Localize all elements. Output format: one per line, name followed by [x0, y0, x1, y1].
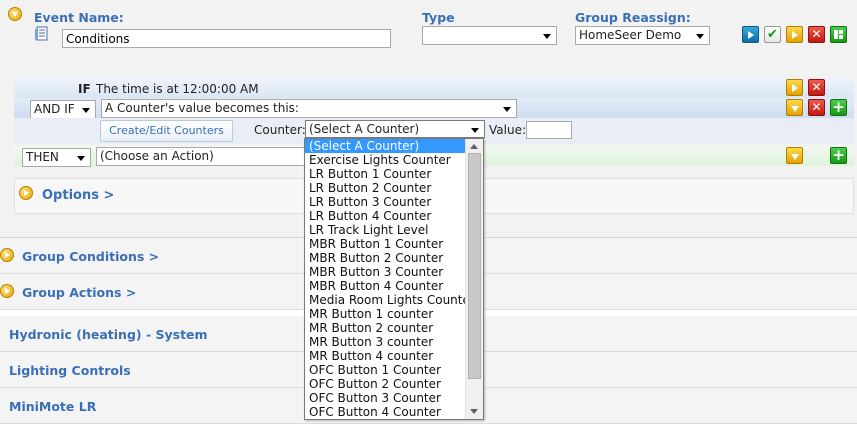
- dropdown-scrollbar[interactable]: [465, 139, 483, 419]
- andif-trigger-value: A Counter's value becomes this:: [105, 101, 299, 115]
- close-icon: ✕: [811, 27, 822, 41]
- action-select-value: (Choose an Action): [100, 149, 214, 163]
- group-conditions-link[interactable]: Group Conditions >: [22, 249, 159, 264]
- counter-option[interactable]: LR Button 2 Counter: [305, 181, 483, 195]
- copy-icon: [834, 30, 843, 39]
- andif-select[interactable]: AND IF: [30, 100, 96, 119]
- counter-option[interactable]: OFC Button 3 Counter: [305, 391, 483, 405]
- counter-option[interactable]: OFC Button 2 Counter: [305, 377, 483, 391]
- chevron-down-icon: [791, 106, 799, 112]
- group-reassign-value: HomeSeer Demo: [579, 28, 682, 42]
- counter-label: Counter:: [254, 123, 306, 137]
- counter-option[interactable]: Exercise Lights Counter: [305, 153, 483, 167]
- then-collapse-button[interactable]: [786, 147, 803, 164]
- counter-option[interactable]: MBR Button 2 Counter: [305, 251, 483, 265]
- counter-option[interactable]: OFC Button 4 Counter: [305, 405, 483, 419]
- andif-select-value: AND IF: [34, 102, 75, 116]
- counter-option[interactable]: LR Button 3 Counter: [305, 195, 483, 209]
- scroll-down-icon[interactable]: [470, 409, 478, 414]
- play-icon: [792, 84, 798, 92]
- counter-select-value: (Select A Counter): [309, 122, 420, 136]
- counter-value-input[interactable]: [526, 121, 572, 139]
- collapse-event-icon[interactable]: [8, 7, 22, 21]
- counter-option[interactable]: LR Button 1 Counter: [305, 167, 483, 181]
- delete-event-button[interactable]: ✕: [808, 26, 825, 43]
- counter-option[interactable]: LR Button 4 Counter: [305, 209, 483, 223]
- counter-option[interactable]: MR Button 4 counter: [305, 349, 483, 363]
- play-icon: [748, 31, 754, 39]
- andif-add-button[interactable]: +: [830, 99, 847, 116]
- play-icon: [792, 31, 798, 39]
- counter-option[interactable]: (Select A Counter): [305, 139, 483, 153]
- plus-icon: +: [832, 146, 845, 164]
- chevron-down-icon: [77, 156, 85, 161]
- value-label: Value:: [489, 123, 526, 137]
- save-event-button[interactable]: ✔: [764, 26, 781, 43]
- chevron-down-icon: [543, 34, 551, 39]
- then-select-value: THEN: [26, 150, 59, 164]
- then-select[interactable]: THEN: [22, 148, 91, 167]
- counter-option[interactable]: Media Room Lights Counter: [305, 293, 483, 307]
- chevron-down-icon: [791, 154, 799, 160]
- counter-option[interactable]: MR Button 2 counter: [305, 321, 483, 335]
- group-actions-link[interactable]: Group Actions >: [22, 285, 136, 300]
- counter-option[interactable]: MR Button 1 counter: [305, 307, 483, 321]
- group-actions-expand-icon[interactable]: [0, 284, 14, 298]
- scrollbar-thumb[interactable]: [468, 153, 481, 379]
- counter-option[interactable]: MBR Button 4 Counter: [305, 279, 483, 293]
- check-icon: ✔: [767, 27, 778, 42]
- then-add-button[interactable]: +: [830, 147, 847, 164]
- group-reassign-select[interactable]: HomeSeer Demo: [575, 26, 710, 45]
- event-document-icon: [34, 26, 50, 42]
- counter-dropdown-list: (Select A Counter) Exercise Lights Count…: [304, 138, 484, 420]
- counter-option[interactable]: LR Track Light Level: [305, 223, 483, 237]
- andif-delete-button[interactable]: ✕: [808, 99, 825, 116]
- group-reassign-label: Group Reassign:: [575, 10, 691, 25]
- counter-option[interactable]: MR Button 3 counter: [305, 335, 483, 349]
- chevron-down-icon: [503, 107, 511, 112]
- close-icon: ✕: [811, 80, 822, 94]
- section-minimote-lr[interactable]: MiniMote LR: [9, 399, 96, 414]
- chevron-down-icon: [82, 108, 90, 113]
- counter-option[interactable]: MBR Button 3 Counter: [305, 265, 483, 279]
- andif-trigger-select[interactable]: A Counter's value becomes this:: [101, 99, 517, 118]
- if-delete-button[interactable]: ✕: [808, 79, 825, 96]
- options-link[interactable]: Options >: [42, 188, 114, 203]
- if-expand-button[interactable]: [786, 79, 803, 96]
- chevron-down-icon: [471, 128, 479, 133]
- counter-option[interactable]: MBR Button 1 Counter: [305, 237, 483, 251]
- event-name-label: Event Name:: [34, 10, 124, 25]
- test-event-button[interactable]: [786, 26, 803, 43]
- options-expand-icon[interactable]: [19, 186, 33, 200]
- section-lighting-controls[interactable]: Lighting Controls: [9, 363, 131, 378]
- counter-option[interactable]: OFC Button 1 Counter: [305, 363, 483, 377]
- type-label: Type: [422, 10, 455, 25]
- copy-event-button[interactable]: [830, 26, 847, 43]
- group-conditions-expand-icon[interactable]: [0, 248, 14, 262]
- run-event-button[interactable]: [742, 26, 759, 43]
- if-trigger-text: The time is at 12:00:00 AM: [96, 82, 259, 96]
- event-name-input[interactable]: [62, 29, 391, 48]
- chevron-down-icon: [696, 34, 704, 39]
- plus-icon: +: [832, 98, 845, 116]
- section-hydronic[interactable]: Hydronic (heating) - System: [9, 327, 208, 342]
- andif-collapse-button[interactable]: [786, 99, 803, 116]
- close-icon: ✕: [811, 100, 822, 114]
- scroll-up-icon[interactable]: [470, 144, 478, 149]
- create-edit-counters-button[interactable]: Create/Edit Counters: [100, 120, 233, 142]
- if-keyword: IF: [78, 82, 91, 96]
- type-select[interactable]: [422, 26, 557, 45]
- action-select[interactable]: (Choose an Action): [96, 147, 306, 166]
- counter-select[interactable]: (Select A Counter): [305, 120, 485, 138]
